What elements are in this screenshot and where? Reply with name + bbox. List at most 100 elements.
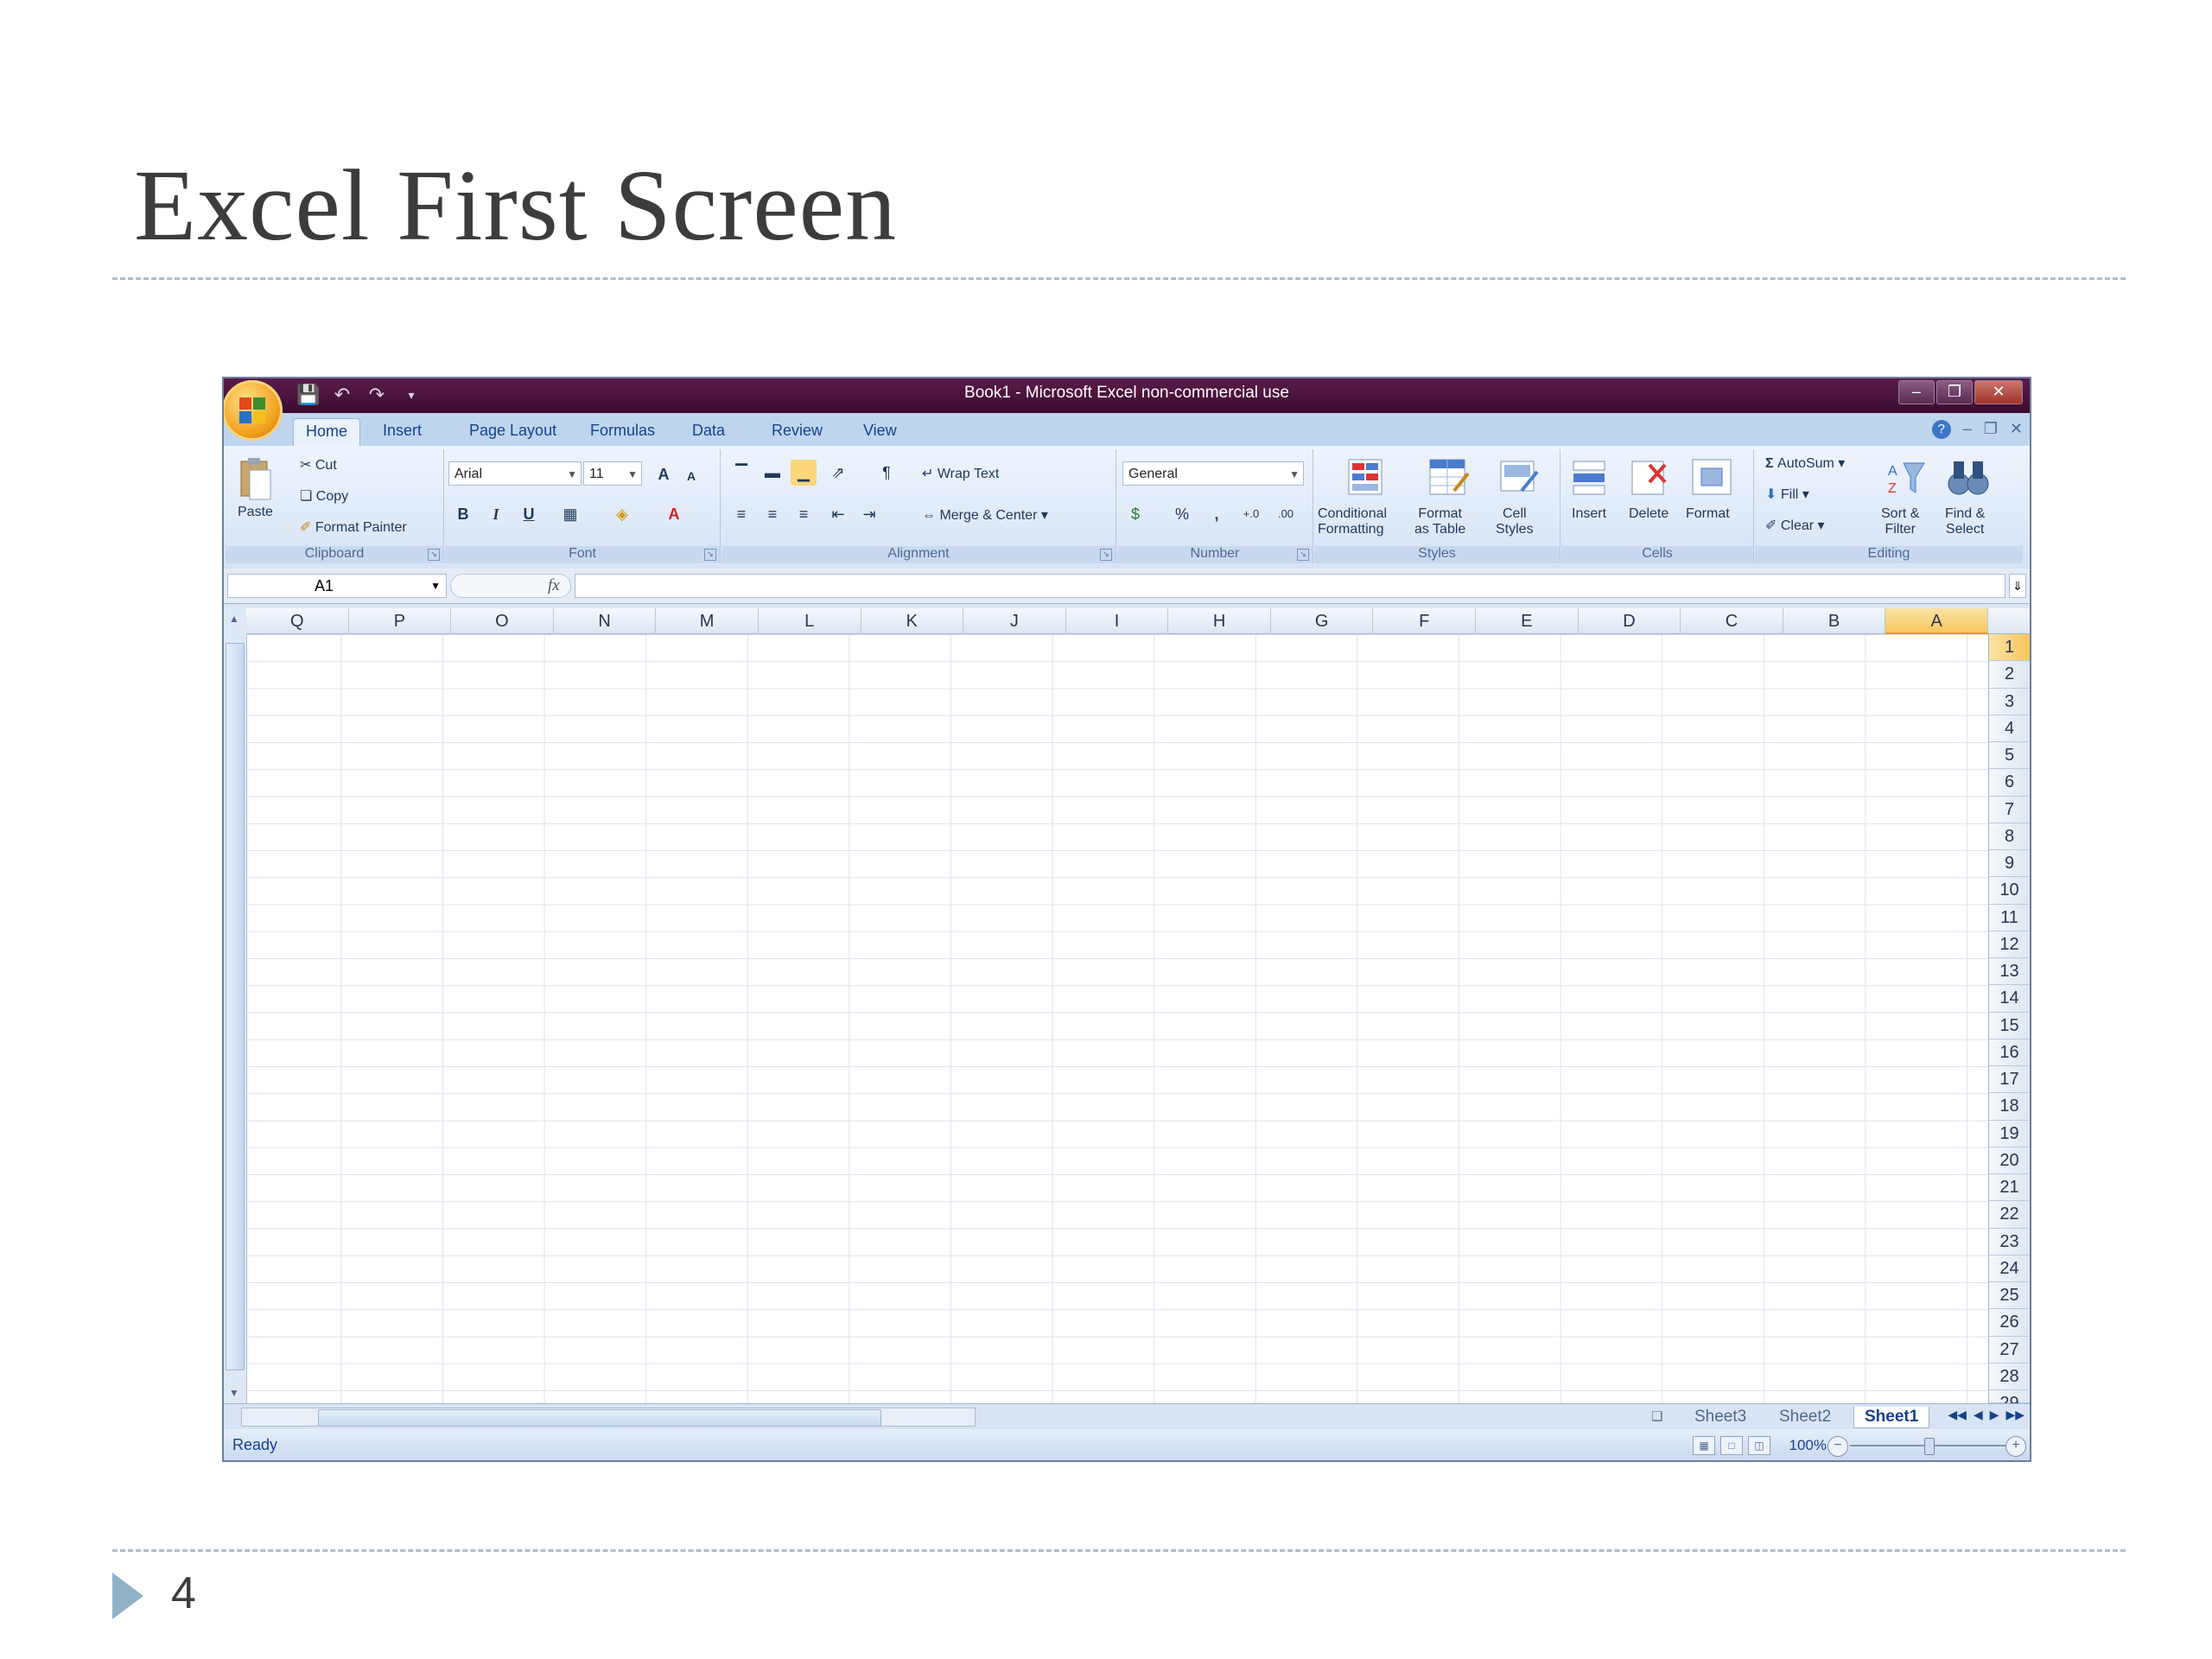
column-header[interactable]: G — [1270, 608, 1374, 634]
tab-data[interactable]: Data — [680, 418, 737, 443]
shrink-font-button[interactable]: A — [678, 463, 704, 489]
horizontal-scrollbar[interactable] — [241, 1408, 976, 1427]
binoculars-icon[interactable] — [1945, 456, 1992, 498]
format-cells-icon[interactable] — [1689, 456, 1736, 498]
row-header[interactable]: 15 — [1988, 1012, 2030, 1039]
column-header[interactable]: M — [656, 608, 759, 634]
cell-styles-button[interactable]: Cell Styles — [1496, 506, 1534, 537]
column-header[interactable]: L — [758, 608, 861, 634]
font-color-icon[interactable]: A — [661, 501, 687, 527]
currency-icon[interactable]: $ — [1122, 501, 1148, 527]
column-header[interactable]: B — [1783, 608, 1886, 634]
row-header[interactable]: 2 — [1988, 661, 2030, 689]
column-header[interactable]: F — [1373, 608, 1477, 634]
row-header[interactable]: 19 — [1988, 1120, 2030, 1147]
delete-cells-icon[interactable] — [1627, 456, 1674, 498]
alignment-launcher-icon[interactable]: ↘ — [1100, 549, 1112, 561]
row-header[interactable]: 4 — [1988, 715, 2030, 742]
row-header[interactable]: 3 — [1988, 688, 2030, 715]
row-header[interactable]: 21 — [1988, 1174, 2030, 1202]
row-header[interactable]: 1 — [1988, 634, 2030, 662]
font-name-select[interactable]: Arial ▼ — [448, 461, 582, 486]
column-header[interactable]: A — [1885, 608, 1988, 634]
zoom-in-icon[interactable]: + — [2005, 1436, 2026, 1457]
column-header[interactable]: D — [1578, 608, 1681, 634]
find-select-button[interactable]: Find & Select — [1945, 506, 1985, 537]
format-painter-button[interactable]: ✐ Format Painter — [300, 518, 407, 536]
format-as-table-icon[interactable] — [1425, 456, 1471, 498]
increase-decimal-button[interactable]: +.0 — [1238, 501, 1264, 527]
tab-review[interactable]: Review — [760, 418, 835, 443]
tab-page-layout[interactable]: Page Layout — [457, 418, 569, 443]
tab-home[interactable]: Home — [293, 418, 361, 448]
number-format-select[interactable]: General ▼ — [1122, 461, 1304, 486]
insert-function-button[interactable]: fx — [548, 576, 560, 595]
row-header[interactable]: 22 — [1988, 1201, 2030, 1229]
align-right-icon[interactable]: ≡ — [791, 501, 817, 527]
normal-view-icon[interactable]: ▦ — [1693, 1436, 1715, 1455]
select-all-corner[interactable] — [1988, 608, 2030, 634]
tab-view[interactable]: View — [851, 418, 909, 443]
clear-button[interactable]: ✐ Clear ▾ — [1765, 517, 1825, 534]
percent-button[interactable]: % — [1169, 501, 1195, 527]
copy-button[interactable]: ❏ Copy — [300, 487, 348, 505]
ribbon-close-icon[interactable]: ✕ — [2010, 420, 2023, 439]
vertical-scrollbar[interactable]: ▲ ▼ — [224, 608, 247, 1403]
underline-button[interactable]: U — [516, 501, 542, 527]
column-header[interactable]: O — [451, 608, 554, 634]
column-header[interactable]: I — [1065, 608, 1169, 634]
font-size-select[interactable]: 11 ▼ — [583, 461, 642, 486]
row-header[interactable]: 18 — [1988, 1093, 2030, 1121]
row-header[interactable]: 9 — [1988, 850, 2030, 878]
delete-cells-button[interactable]: Delete — [1629, 506, 1669, 522]
font-launcher-icon[interactable]: ↘ — [704, 549, 716, 561]
cut-button[interactable]: ✂ Cut — [300, 456, 337, 474]
name-box[interactable]: A1 ▼ — [227, 574, 447, 598]
insert-cells-button[interactable]: Insert — [1572, 506, 1606, 522]
borders-icon[interactable]: ▦ — [557, 501, 583, 527]
align-center-icon[interactable]: ≡ — [760, 501, 785, 527]
next-sheet-icon[interactable]: ▶ — [1990, 1408, 1999, 1422]
increase-indent-icon[interactable]: ⇥ — [856, 501, 882, 527]
page-layout-view-icon[interactable]: □ — [1720, 1436, 1743, 1455]
ribbon-restore-icon[interactable]: ❐ — [1984, 420, 1998, 439]
vertical-scroll-thumb[interactable] — [226, 643, 245, 1370]
row-header[interactable]: 28 — [1988, 1363, 2030, 1390]
row-header[interactable]: 6 — [1988, 769, 2030, 797]
zoom-level[interactable]: 100% — [1789, 1437, 1827, 1454]
zoom-slider-thumb[interactable] — [1924, 1438, 1935, 1455]
ribbon-minimize-icon[interactable]: – — [1963, 420, 1972, 439]
office-button[interactable] — [224, 380, 283, 441]
conditional-formatting-button[interactable]: Conditional Formatting — [1318, 506, 1387, 537]
sort-filter-button[interactable]: Sort & Filter — [1881, 506, 1919, 537]
column-header[interactable]: J — [963, 608, 1066, 634]
tab-formulas[interactable]: Formulas — [578, 418, 667, 443]
top-align-icon[interactable]: ▔ — [728, 460, 754, 486]
paste-icon[interactable] — [238, 456, 272, 503]
column-header[interactable]: K — [861, 608, 964, 634]
sheet-tab-sheet1[interactable]: Sheet1 — [1853, 1407, 1930, 1428]
column-header[interactable]: C — [1681, 608, 1783, 634]
row-header[interactable]: 26 — [1988, 1309, 2030, 1337]
formula-input[interactable] — [575, 574, 2005, 598]
close-button[interactable]: ✕ — [1974, 380, 2023, 404]
horizontal-scroll-thumb[interactable] — [318, 1409, 881, 1427]
row-header[interactable]: 17 — [1988, 1066, 2030, 1094]
row-header[interactable]: 27 — [1988, 1336, 2030, 1363]
previous-sheet-icon[interactable]: ◀ — [1974, 1408, 1983, 1422]
last-sheet-icon[interactable]: ▶▶ — [2005, 1408, 2024, 1422]
row-header[interactable]: 12 — [1988, 931, 2030, 958]
bottom-align-icon[interactable]: ▁ — [791, 460, 817, 486]
autosum-button[interactable]: Σ AutoSum ▾ — [1765, 454, 1845, 472]
row-header[interactable]: 20 — [1988, 1147, 2030, 1174]
cell-area[interactable] — [246, 634, 1988, 1403]
paste-button[interactable]: Paste — [238, 505, 273, 520]
scroll-down-icon[interactable]: ▼ — [227, 1386, 241, 1400]
italic-button[interactable]: I — [483, 501, 509, 527]
insert-cells-icon[interactable] — [1568, 456, 1615, 498]
first-sheet-icon[interactable]: ◀◀ — [1948, 1408, 1967, 1422]
zoom-out-icon[interactable]: − — [1827, 1436, 1848, 1457]
row-header[interactable]: 5 — [1988, 742, 2030, 770]
cell-styles-icon[interactable] — [1496, 456, 1542, 498]
conditional-formatting-icon[interactable] — [1342, 456, 1389, 498]
